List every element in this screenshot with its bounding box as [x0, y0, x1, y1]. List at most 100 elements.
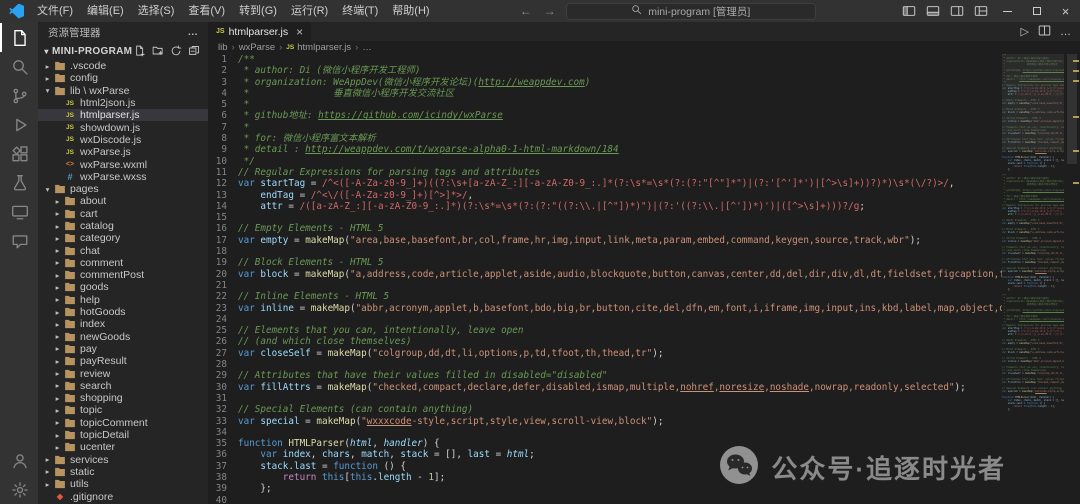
more-actions-icon[interactable]: … [1060, 26, 1071, 38]
activity-remote-icon[interactable] [0, 197, 38, 226]
chevron-right-icon[interactable]: ▸ [52, 209, 63, 218]
collapse-all-icon[interactable] [188, 45, 200, 57]
code-line[interactable]: 31 [208, 393, 1002, 404]
activity-chat-icon[interactable] [0, 226, 38, 255]
line-number[interactable]: 8 [208, 133, 238, 144]
chevron-right-icon[interactable]: ▸ [52, 381, 63, 390]
code-line[interactable]: 18 [208, 246, 1002, 257]
tree-item-cart[interactable]: ▸ cart [38, 208, 208, 220]
command-center-search[interactable]: mini-program [管理员] [565, 2, 816, 20]
activity-extensions-icon[interactable] [0, 139, 38, 168]
line-number[interactable]: 27 [208, 348, 238, 359]
line-number[interactable]: 39 [208, 483, 238, 494]
code-line[interactable]: 27 var closeSelf = makeMap("colgroup,dd,d… [208, 348, 1002, 359]
code-line[interactable]: 5 * [208, 99, 1002, 110]
code-line[interactable]: 7 * [208, 122, 1002, 133]
chevron-right-icon[interactable]: ▸ [52, 369, 63, 378]
minimap-slider[interactable] [1002, 54, 1064, 150]
tree-item-help[interactable]: ▸ help [38, 294, 208, 306]
line-number[interactable]: 10 [208, 156, 238, 167]
code-line[interactable]: 8 * for: 微信小程序富文本解析 [208, 133, 1002, 144]
line-number[interactable]: 5 [208, 99, 238, 110]
tree-item-showdown-js[interactable]: JS showdown.js [38, 121, 208, 134]
code-line[interactable]: 10 */ [208, 156, 1002, 167]
line-number[interactable]: 26 [208, 336, 238, 347]
project-section-header[interactable]: ▾ MINI-PROGRAM [38, 42, 208, 60]
tree-item-topic[interactable]: ▸ topic [38, 404, 208, 416]
menu-e[interactable]: 编辑(E) [80, 0, 131, 22]
tree-item-vscode[interactable]: ▸ .vscode [38, 60, 208, 72]
breadcrumb-item[interactable]: lib [218, 42, 228, 53]
code-line[interactable]: 16// Empty Elements - HTML 5 [208, 223, 1002, 234]
code-line[interactable]: 40 [208, 495, 1002, 504]
chevron-down-icon[interactable]: ▾ [42, 185, 53, 194]
close-tab-icon[interactable]: × [296, 25, 303, 39]
chevron-down-icon[interactable]: ▾ [42, 86, 53, 95]
line-number[interactable]: 11 [208, 167, 238, 178]
code-line[interactable]: 34 [208, 427, 1002, 438]
chevron-right-icon[interactable]: ▸ [52, 246, 63, 255]
chevron-right-icon[interactable]: ▸ [52, 197, 63, 206]
code-line[interactable]: 22// Inline Elements - HTML 5 [208, 291, 1002, 302]
menu-r[interactable]: 运行(R) [284, 0, 335, 22]
activity-explorer-icon[interactable] [0, 23, 38, 52]
line-number[interactable]: 9 [208, 144, 238, 155]
code-lines[interactable]: 1/** 2 * author: Di (微信小程序开发工程师) 3 * organ… [208, 54, 1002, 504]
breadcrumb-item[interactable]: JS htmlparser.js [286, 42, 351, 53]
tree-item-wxparse-wxml[interactable]: <> wxParse.wxml [38, 158, 208, 171]
close-button[interactable]: × [1051, 0, 1080, 22]
tree-item-goods[interactable]: ▸ goods [38, 281, 208, 293]
line-number[interactable]: 25 [208, 325, 238, 336]
chevron-right-icon[interactable]: ▸ [52, 258, 63, 267]
minimize-button[interactable] [993, 0, 1022, 22]
line-number[interactable]: 15 [208, 212, 238, 223]
code-line[interactable]: 29// Attributes that have their values f… [208, 370, 1002, 381]
tree-item-commentpost[interactable]: ▸ commentPost [38, 269, 208, 281]
tree-item-config[interactable]: ▸ config [38, 72, 208, 84]
tree-item-chat[interactable]: ▸ chat [38, 244, 208, 257]
chevron-right-icon[interactable]: ▸ [52, 344, 63, 353]
line-number[interactable]: 32 [208, 404, 238, 415]
line-number[interactable]: 37 [208, 461, 238, 472]
toggle-primary-sidebar-icon[interactable] [897, 0, 921, 22]
line-number[interactable]: 31 [208, 393, 238, 404]
tree-item-ucenter[interactable]: ▸ ucenter [38, 441, 208, 453]
code-line[interactable]: 14 attr = /([a-zA-Z_:][-a-zA-Z0-9_:.]*)(… [208, 201, 1002, 212]
code-line[interactable]: 28 [208, 359, 1002, 370]
line-number[interactable]: 28 [208, 359, 238, 370]
code-line[interactable]: 24 [208, 314, 1002, 325]
tree-item-newgoods[interactable]: ▸ newGoods [38, 331, 208, 343]
code-line[interactable]: 12 var startTag = /^<([-A-Za-z0-9_]+)((?:… [208, 178, 1002, 189]
tree-item-payresult[interactable]: ▸ payResult [38, 355, 208, 367]
breadcrumb-item[interactable]: … [362, 42, 372, 53]
activity-settings-icon[interactable] [0, 475, 38, 504]
line-number[interactable]: 13 [208, 190, 238, 201]
line-number[interactable]: 33 [208, 416, 238, 427]
code-line[interactable]: 33 var special = makeMap("wxxxcode-style,… [208, 416, 1002, 427]
customize-layout-icon[interactable] [969, 0, 993, 22]
activity-testing-icon[interactable] [0, 168, 38, 197]
tree-item-hotgoods[interactable]: ▸ hotGoods [38, 306, 208, 318]
chevron-right-icon[interactable]: ▸ [52, 222, 63, 231]
line-number[interactable]: 7 [208, 122, 238, 133]
code-line[interactable]: 32// Special Elements (can contain anyth… [208, 404, 1002, 415]
tree-item-shopping[interactable]: ▸ shopping [38, 392, 208, 404]
tree-item-search[interactable]: ▸ search [38, 380, 208, 392]
chevron-right-icon[interactable]: ▸ [52, 431, 63, 440]
line-number[interactable]: 16 [208, 223, 238, 234]
tab-htmlparser[interactable]: JS htmlparser.js × [208, 22, 312, 41]
line-number[interactable]: 3 [208, 77, 238, 88]
line-number[interactable]: 14 [208, 201, 238, 212]
activity-source-control-icon[interactable] [0, 81, 38, 110]
maximize-button[interactable] [1022, 0, 1051, 22]
new-file-icon[interactable] [134, 45, 146, 57]
chevron-right-icon[interactable]: ▸ [52, 234, 63, 243]
menu-g[interactable]: 转到(G) [232, 0, 284, 22]
code-line[interactable]: 4 * 垂直微信小程序开发交流社区 [208, 88, 1002, 99]
activity-account-icon[interactable] [0, 446, 38, 475]
line-number[interactable]: 17 [208, 235, 238, 246]
tree-item-topicdetail[interactable]: ▸ topicDetail [38, 429, 208, 441]
tree-item-gitignore[interactable]: ◆ .gitignore [38, 490, 208, 503]
code-line[interactable]: 1/** [208, 54, 1002, 65]
code-line[interactable]: 23 var inline = makeMap("abbr,acronym,app… [208, 303, 1002, 314]
